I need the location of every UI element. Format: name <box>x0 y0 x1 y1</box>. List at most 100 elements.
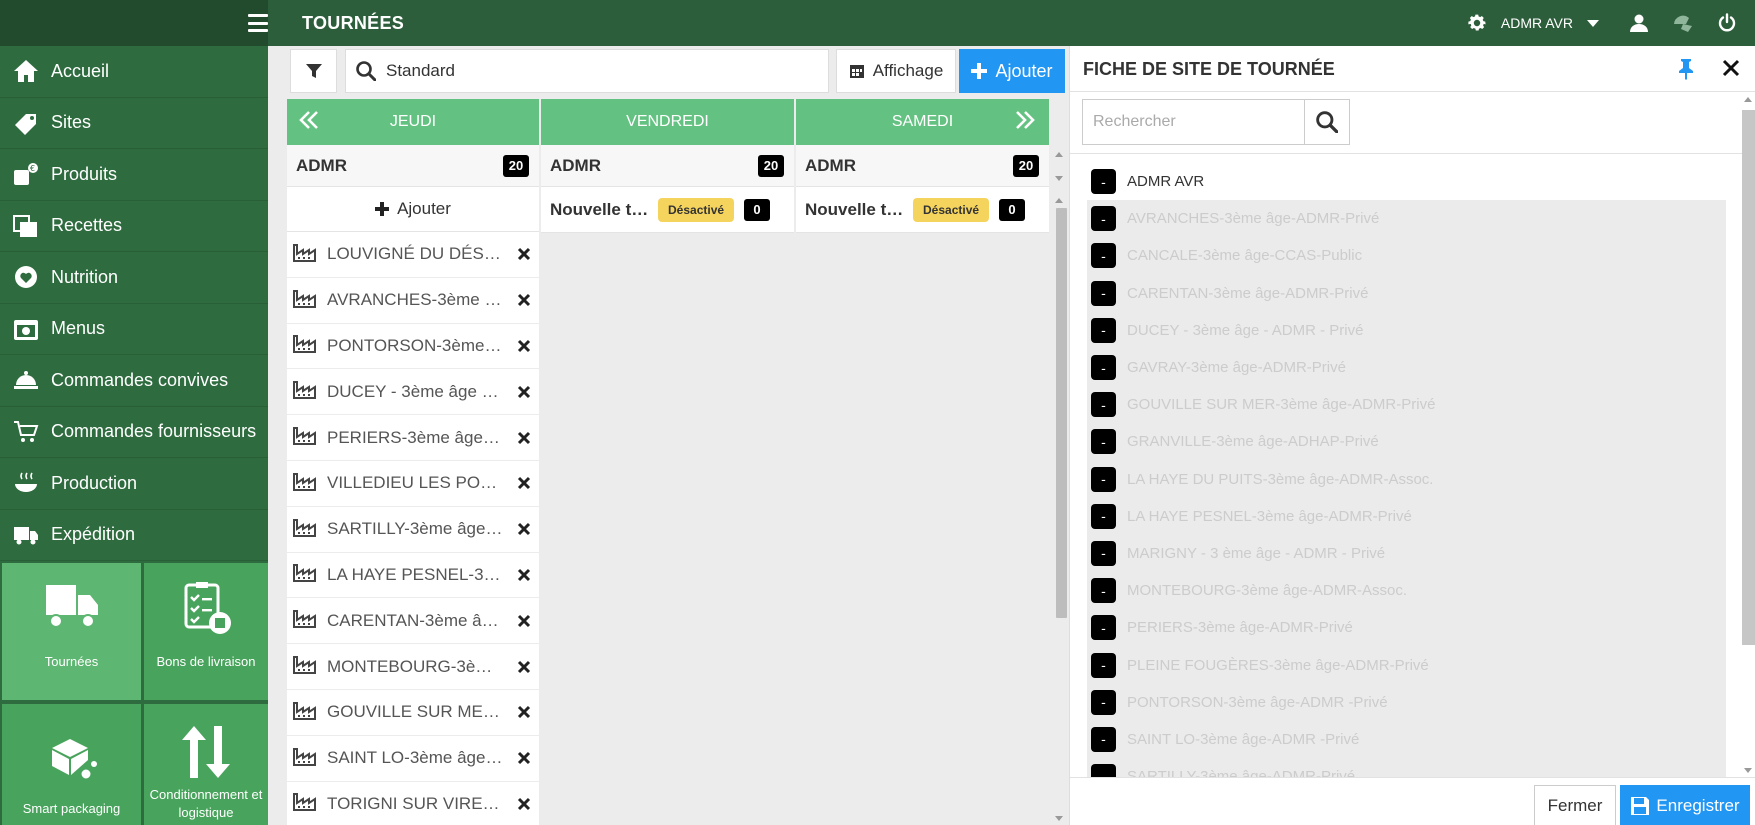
remove-site-icon[interactable] <box>517 751 531 765</box>
next-days-icon[interactable] <box>1015 110 1035 135</box>
tour-card[interactable]: Nouvelle tournée Désactivé 0 <box>541 187 794 233</box>
sidebar-item-produits[interactable]: € Produits <box>0 149 268 201</box>
remove-site-icon[interactable] <box>517 660 531 674</box>
site-row[interactable]: CARENTAN-3ème âge-ADMR-Privé <box>287 598 539 645</box>
panel-search-button[interactable] <box>1305 99 1350 145</box>
tile-tournees[interactable]: Tournées <box>2 563 141 700</box>
tree-site-item[interactable]: - PLEINE FOUGÈRES-3ème âge-ADMR-Privé <box>1087 646 1726 684</box>
remove-site-icon[interactable] <box>517 614 531 628</box>
remove-site-icon[interactable] <box>517 247 531 261</box>
tree-site-item[interactable]: - CARENTAN-3ème âge-ADMR-Privé <box>1087 274 1726 312</box>
sidebar-item-sites[interactable]: Sites <box>0 98 268 149</box>
remove-site-icon[interactable] <box>517 385 531 399</box>
collapse-toggle[interactable]: - <box>1091 466 1116 492</box>
search-input[interactable]: Standard <box>345 49 829 93</box>
collapse-toggle[interactable]: - <box>1091 392 1116 418</box>
site-row[interactable]: TORIGNI SUR VIRE-3ème âge-ADMR-Privé <box>287 782 539 825</box>
tree-site-item[interactable]: - PONTORSON-3ème âge-ADMR -Privé <box>1087 683 1726 721</box>
tree-root-item[interactable]: - ADMR AVR <box>1087 163 1726 200</box>
remove-site-icon[interactable] <box>517 293 531 307</box>
tile-bons-de-livraison[interactable]: Bons de livraison <box>144 563 268 700</box>
power-icon[interactable] <box>1713 9 1741 37</box>
collapse-toggle[interactable]: - <box>1091 652 1116 678</box>
user-icon[interactable] <box>1625 9 1653 37</box>
add-site-button[interactable]: Ajouter <box>287 187 539 232</box>
panel-scrollbar[interactable] <box>1739 93 1755 777</box>
tree-site-item[interactable]: - GAVRAY-3ème âge-ADMR-Privé <box>1087 348 1726 387</box>
collapse-toggle[interactable]: - <box>1091 169 1116 195</box>
sidebar-item-accueil[interactable]: Accueil <box>0 46 268 98</box>
user-dropdown-caret-icon[interactable] <box>1587 19 1599 27</box>
collapse-toggle[interactable]: - <box>1091 317 1116 343</box>
site-row[interactable]: VILLEDIEU LES POËLES-3ème âge-ADMR-Privé <box>287 461 539 507</box>
site-row[interactable]: PERIERS-3ème âge-ADMR-Privé <box>287 415 539 461</box>
hamburger-menu-icon[interactable] <box>248 14 268 32</box>
collapse-toggle[interactable]: - <box>1091 243 1116 269</box>
close-button[interactable]: Fermer <box>1534 785 1616 825</box>
gear-icon[interactable] <box>1463 9 1491 37</box>
tree-site-item[interactable]: - GOUVILLE SUR MER-3ème âge-ADMR-Privé <box>1087 386 1726 424</box>
collapse-toggle[interactable]: - <box>1091 429 1116 455</box>
remove-site-icon[interactable] <box>517 476 531 490</box>
tree-site-item[interactable]: - MONTEBOURG-3ème âge-ADMR-Assoc. <box>1087 572 1726 610</box>
tree-site-item[interactable]: - SAINT LO-3ème âge-ADMR -Privé <box>1087 720 1726 758</box>
tree-site-item[interactable]: - PERIERS-3ème âge-ADMR-Privé <box>1087 609 1726 647</box>
previous-days-icon[interactable] <box>299 110 319 135</box>
calendar-icon <box>12 315 40 343</box>
close-icon[interactable] <box>1722 59 1740 82</box>
sidebar-item-expedition[interactable]: Expédition <box>0 510 268 561</box>
panel-search-input[interactable]: Rechercher <box>1082 99 1305 145</box>
tree-site-item[interactable]: - LA HAYE PESNEL-3ème âge-ADMR-Privé <box>1087 497 1726 535</box>
tree-site-item[interactable]: - CANCALE-3ème âge-CCAS-Public <box>1087 237 1726 275</box>
remove-site-icon[interactable] <box>517 339 531 353</box>
site-row[interactable]: MONTEBOURG-3ème âge-ADMR-Assoc. <box>287 644 539 690</box>
sidebar-item-commandes-fournisseurs[interactable]: Commandes fournisseurs <box>0 407 268 458</box>
sidebar-item-menus[interactable]: Menus <box>0 304 268 355</box>
tree-site-item[interactable]: - MARIGNY - 3 ème âge - ADMR - Privé <box>1087 534 1726 573</box>
tile-smart-packaging[interactable]: Smart packaging <box>2 704 141 825</box>
remove-site-icon[interactable] <box>517 568 531 582</box>
collapse-toggle[interactable]: - <box>1091 503 1116 529</box>
site-row[interactable]: PONTORSON-3ème âge-ADMR -Privé <box>287 324 539 370</box>
collapse-toggle[interactable]: - <box>1091 540 1116 566</box>
sidebar-item-commandes-convives[interactable]: Commandes convives <box>0 355 268 407</box>
affichage-button[interactable]: Affichage <box>836 49 956 93</box>
tree-site-item[interactable]: - GRANVILLE-3ème âge-ADHAP-Privé <box>1087 423 1726 461</box>
remove-site-icon[interactable] <box>517 705 531 719</box>
tree-site-item[interactable]: - LA HAYE DU PUITS-3ème âge-ADMR-Assoc. <box>1087 460 1726 498</box>
site-row[interactable]: DUCEY - 3ème âge - ADMR - Privé <box>287 369 539 416</box>
site-row[interactable]: GOUVILLE SUR MER-3ème âge-ADMR-Privé <box>287 690 539 736</box>
collapse-toggle[interactable]: - <box>1091 355 1116 381</box>
collapse-toggle[interactable]: - <box>1091 764 1116 777</box>
collapse-toggle[interactable]: - <box>1091 615 1116 641</box>
tile-conditionnement-logistique[interactable]: Conditionnement et logistique <box>144 704 268 825</box>
site-row[interactable]: AVRANCHES-3ème âge-ADMR-Privé <box>287 278 539 324</box>
remove-site-icon[interactable] <box>517 522 531 536</box>
save-button[interactable]: Enregistrer <box>1620 785 1750 825</box>
pin-icon[interactable] <box>1676 58 1696 85</box>
collapse-toggle[interactable]: - <box>1091 206 1116 232</box>
filter-button[interactable] <box>290 49 337 93</box>
sidebar-item-nutrition[interactable]: Nutrition <box>0 252 268 304</box>
site-row[interactable]: SAINT LO-3ème âge-ADMR -Privé <box>287 736 539 782</box>
add-tournee-button[interactable]: Ajouter <box>959 49 1065 93</box>
collapse-toggle[interactable]: - <box>1091 578 1116 604</box>
site-row[interactable]: LOUVIGNÉ DU DÉSERT-3ème âge-ADMR-Privé <box>287 232 539 278</box>
tree-site-item[interactable]: - DUCEY - 3ème âge - ADMR - Privé <box>1087 311 1726 349</box>
remove-site-icon[interactable] <box>517 797 531 811</box>
collapse-toggle[interactable]: - <box>1091 726 1116 752</box>
collapse-toggle[interactable]: - <box>1091 280 1116 306</box>
tree-site-item[interactable]: - AVRANCHES-3ème âge-ADMR-Privé <box>1087 200 1726 238</box>
site-row[interactable]: LA HAYE PESNEL-3ème âge-ADMR-Privé <box>287 553 539 599</box>
tour-card[interactable]: Nouvelle tournée Désactivé 0 <box>796 187 1049 233</box>
user-name[interactable]: ADMR AVR <box>1501 15 1573 31</box>
collapse-toggle[interactable]: - <box>1091 689 1116 715</box>
remove-site-icon[interactable] <box>517 431 531 445</box>
board-scrollbar[interactable] <box>1051 148 1069 825</box>
mode-icon[interactable] <box>1669 9 1697 37</box>
site-row[interactable]: SARTILLY-3ème âge-ADMR-Privé <box>287 507 539 553</box>
tree-site-item[interactable]: - SARTILLY-3ème âge-ADMR-Privé <box>1087 758 1726 777</box>
sidebar-item-recettes[interactable]: Recettes <box>0 201 268 252</box>
day-header-jeudi: JEUDI <box>287 99 539 145</box>
sidebar-item-production[interactable]: Production <box>0 458 268 510</box>
